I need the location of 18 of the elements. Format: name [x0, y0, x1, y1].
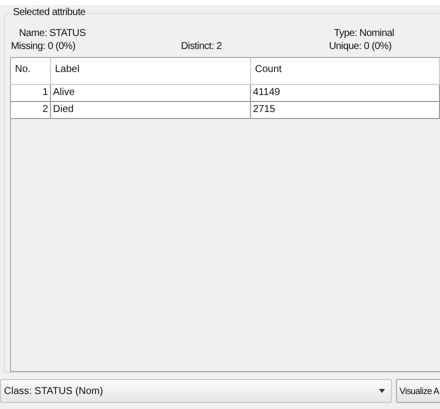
column-header[interactable]: Count: [251, 58, 440, 84]
missing-count: Missing: 0 (0%): [11, 41, 76, 52]
table-cell: 2715: [251, 102, 440, 118]
table-cell: 41149: [251, 85, 440, 101]
unique-count: Unique: 0 (0%): [328, 41, 392, 52]
class-dropdown[interactable]: Class: STATUS (Nom): [0, 379, 392, 403]
column-header[interactable]: Label: [51, 58, 251, 84]
visualize-button[interactable]: Visualize A: [396, 379, 440, 403]
table-cell: Died: [51, 102, 251, 118]
table-cell: Alive: [51, 85, 251, 101]
table-cell: 1: [11, 85, 51, 101]
attribute-name: Name: STATUS: [18, 28, 87, 39]
distinct-count: Distinct: 2: [180, 41, 223, 52]
table-cell: 2: [11, 102, 51, 118]
caret-icon: [378, 389, 385, 393]
attribute-type: Type: Nominal: [333, 28, 396, 39]
column-header[interactable]: No.: [11, 58, 51, 84]
group-title: Selected attribute: [11, 7, 88, 18]
